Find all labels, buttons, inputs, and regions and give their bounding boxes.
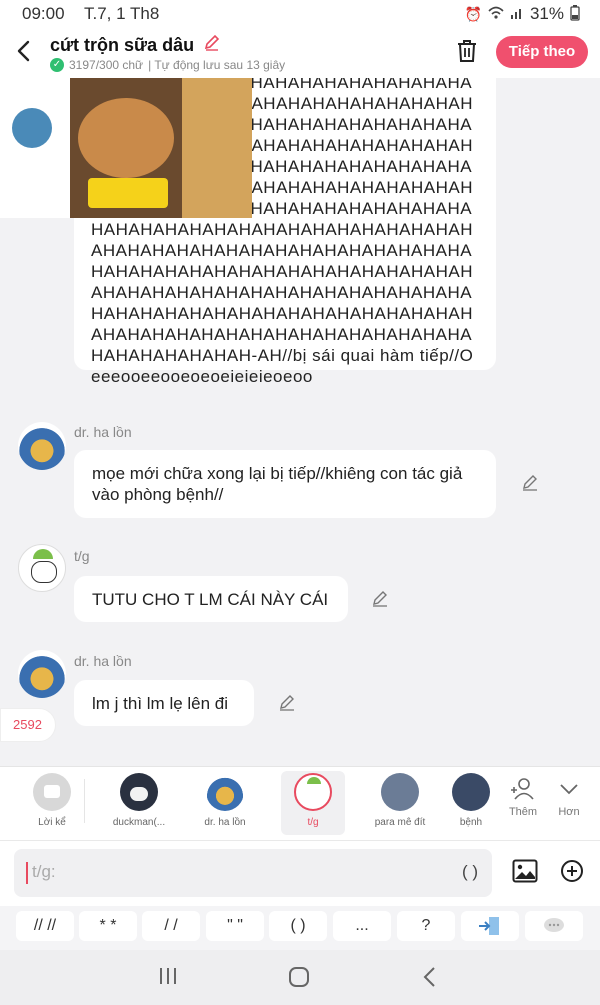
back-button[interactable]	[14, 38, 38, 66]
home-icon	[289, 967, 309, 987]
shortcut-button[interactable]: ?	[397, 911, 455, 941]
chat-bubble-shortcut-button[interactable]	[525, 911, 583, 941]
battery-percent: 31%	[529, 4, 564, 23]
image-icon	[512, 859, 538, 883]
character-tg[interactable]: t/g	[281, 771, 345, 835]
avatar	[381, 773, 419, 811]
chat-bubble-icon	[544, 918, 564, 932]
avatar	[452, 773, 490, 811]
shortcut-row: // // * * / / " " ( ) ... ?	[0, 906, 600, 950]
system-back-button[interactable]	[422, 966, 438, 994]
edit-title-icon[interactable]	[203, 34, 221, 55]
avatar	[120, 773, 158, 811]
save-status: ✓ 3197/300 chữ | Tự động lưu sau 13 giây	[50, 58, 285, 72]
word-count: 3197/300 chữ	[69, 58, 144, 72]
shortcut-button[interactable]: ...	[333, 911, 391, 941]
shortcut-button[interactable]: * *	[79, 911, 137, 941]
edit-message-icon[interactable]	[278, 694, 296, 712]
text-caret	[26, 862, 28, 884]
character-narration[interactable]: Lời kể	[20, 771, 84, 835]
edit-message-icon[interactable]	[521, 474, 539, 492]
chat-area[interactable]: AHAHAHAHAHAHAHAHAHAHAHAHAHAHAHAHAHAHAHAH…	[0, 78, 600, 766]
add-button[interactable]	[560, 859, 584, 883]
status-bar: 09:00 T.7, 1 Th8 ⏰ 31%	[0, 0, 600, 28]
more-button[interactable]: Hơn	[544, 775, 594, 818]
more-label: Hơn	[558, 806, 580, 818]
app-header: cứt trộn sữa dâu ✓ 3197/300 chữ | Tự độn…	[0, 28, 600, 78]
trash-icon	[458, 40, 476, 62]
thumbnail-panel-right	[182, 78, 252, 218]
chevron-down-icon	[560, 784, 578, 795]
add-user-icon	[511, 778, 534, 800]
check-icon: ✓	[50, 58, 64, 72]
character-label: para mê đít	[374, 817, 426, 828]
status-icons: ⏰ 31%	[465, 4, 580, 24]
enter-icon	[479, 917, 499, 935]
character-label: Lời kể	[38, 817, 66, 828]
divider	[84, 779, 85, 823]
shortcut-button[interactable]: // //	[16, 911, 74, 941]
autosave-text: | Tự động lưu sau 13 giây	[148, 58, 286, 72]
next-button[interactable]: Tiếp theo	[496, 36, 588, 68]
character-bar: Lời kể duckman(... dr. ha lồn t/g para m…	[0, 766, 600, 840]
battery-icon	[570, 4, 580, 24]
plus-circle-icon	[561, 860, 583, 882]
alarm-icon: ⏰	[464, 5, 482, 22]
input-placeholder: t/g:	[32, 862, 56, 881]
message-text: lm j thì lm lẹ lên đi	[92, 694, 229, 713]
thumbnail-food-image	[78, 98, 174, 178]
message-text: TUTU CHO T LM CÁI NÀY CÁI	[92, 590, 329, 609]
insert-image-button[interactable]	[512, 859, 538, 883]
story-title-text: cứt trộn sữa dâu	[50, 35, 195, 55]
character-dr-ha-lon[interactable]: dr. ha lồn	[193, 771, 257, 835]
character-label: t/g	[307, 817, 319, 828]
character-benh[interactable]: bệnh	[446, 771, 496, 835]
shortcut-button[interactable]: / /	[142, 911, 200, 941]
paren-button[interactable]: ( )	[462, 862, 478, 882]
video-thumbnail-overlay[interactable]	[0, 78, 252, 218]
add-character-button[interactable]: Thêm	[498, 775, 548, 818]
character-para-me-dit[interactable]: para mê đít	[368, 771, 432, 835]
message-bubble[interactable]: lm j thì lm lẹ lên đi	[74, 680, 254, 726]
avatar[interactable]	[18, 422, 66, 470]
recents-icon	[160, 968, 176, 984]
message-input[interactable]: t/g: ( )	[14, 849, 492, 897]
count-badge[interactable]: 2592	[0, 708, 56, 742]
wifi-icon	[488, 6, 504, 23]
back-icon	[423, 967, 435, 987]
message-bubble[interactable]: TUTU CHO T LM CÁI NÀY CÁI	[74, 576, 348, 622]
message-bubble[interactable]: mọe mới chữa xong lại bị tiếp//khiêng co…	[74, 450, 496, 518]
speaker-name: t/g	[74, 548, 90, 564]
recent-apps-button[interactable]	[158, 966, 178, 992]
back-arrow-icon	[17, 40, 30, 62]
character-duckman[interactable]: duckman(...	[107, 771, 171, 835]
speaker-name: dr. ha lồn	[74, 424, 132, 440]
character-label: duckman(...	[112, 817, 166, 828]
avatar[interactable]	[18, 650, 66, 698]
home-button[interactable]	[288, 966, 310, 994]
thumbnail-logo	[12, 108, 52, 148]
thumbnail-yellow-block	[88, 178, 168, 208]
narration-icon	[33, 773, 71, 811]
story-title[interactable]: cứt trộn sữa dâu	[50, 33, 221, 56]
signal-icon	[510, 6, 524, 23]
speaker-name: dr. ha lồn	[74, 653, 132, 669]
system-nav-bar	[0, 950, 600, 1005]
status-time: 09:00	[22, 4, 65, 23]
avatar	[206, 773, 244, 811]
status-date: T.7, 1 Th8	[84, 4, 160, 23]
avatar	[294, 773, 332, 811]
add-character-label: Thêm	[508, 806, 538, 818]
delete-button[interactable]	[455, 38, 479, 64]
edit-message-icon[interactable]	[371, 590, 389, 608]
avatar[interactable]	[18, 544, 66, 592]
character-label: bệnh	[459, 817, 483, 828]
shortcut-button[interactable]: ( )	[269, 911, 327, 941]
insert-shortcut-button[interactable]	[461, 911, 519, 941]
thumbnail-panel-left	[0, 78, 70, 218]
character-label: dr. ha lồn	[204, 817, 246, 828]
shortcut-button[interactable]: " "	[206, 911, 264, 941]
message-text: mọe mới chữa xong lại bị tiếp//khiêng co…	[92, 464, 463, 504]
input-bar: t/g: ( )	[0, 840, 600, 906]
